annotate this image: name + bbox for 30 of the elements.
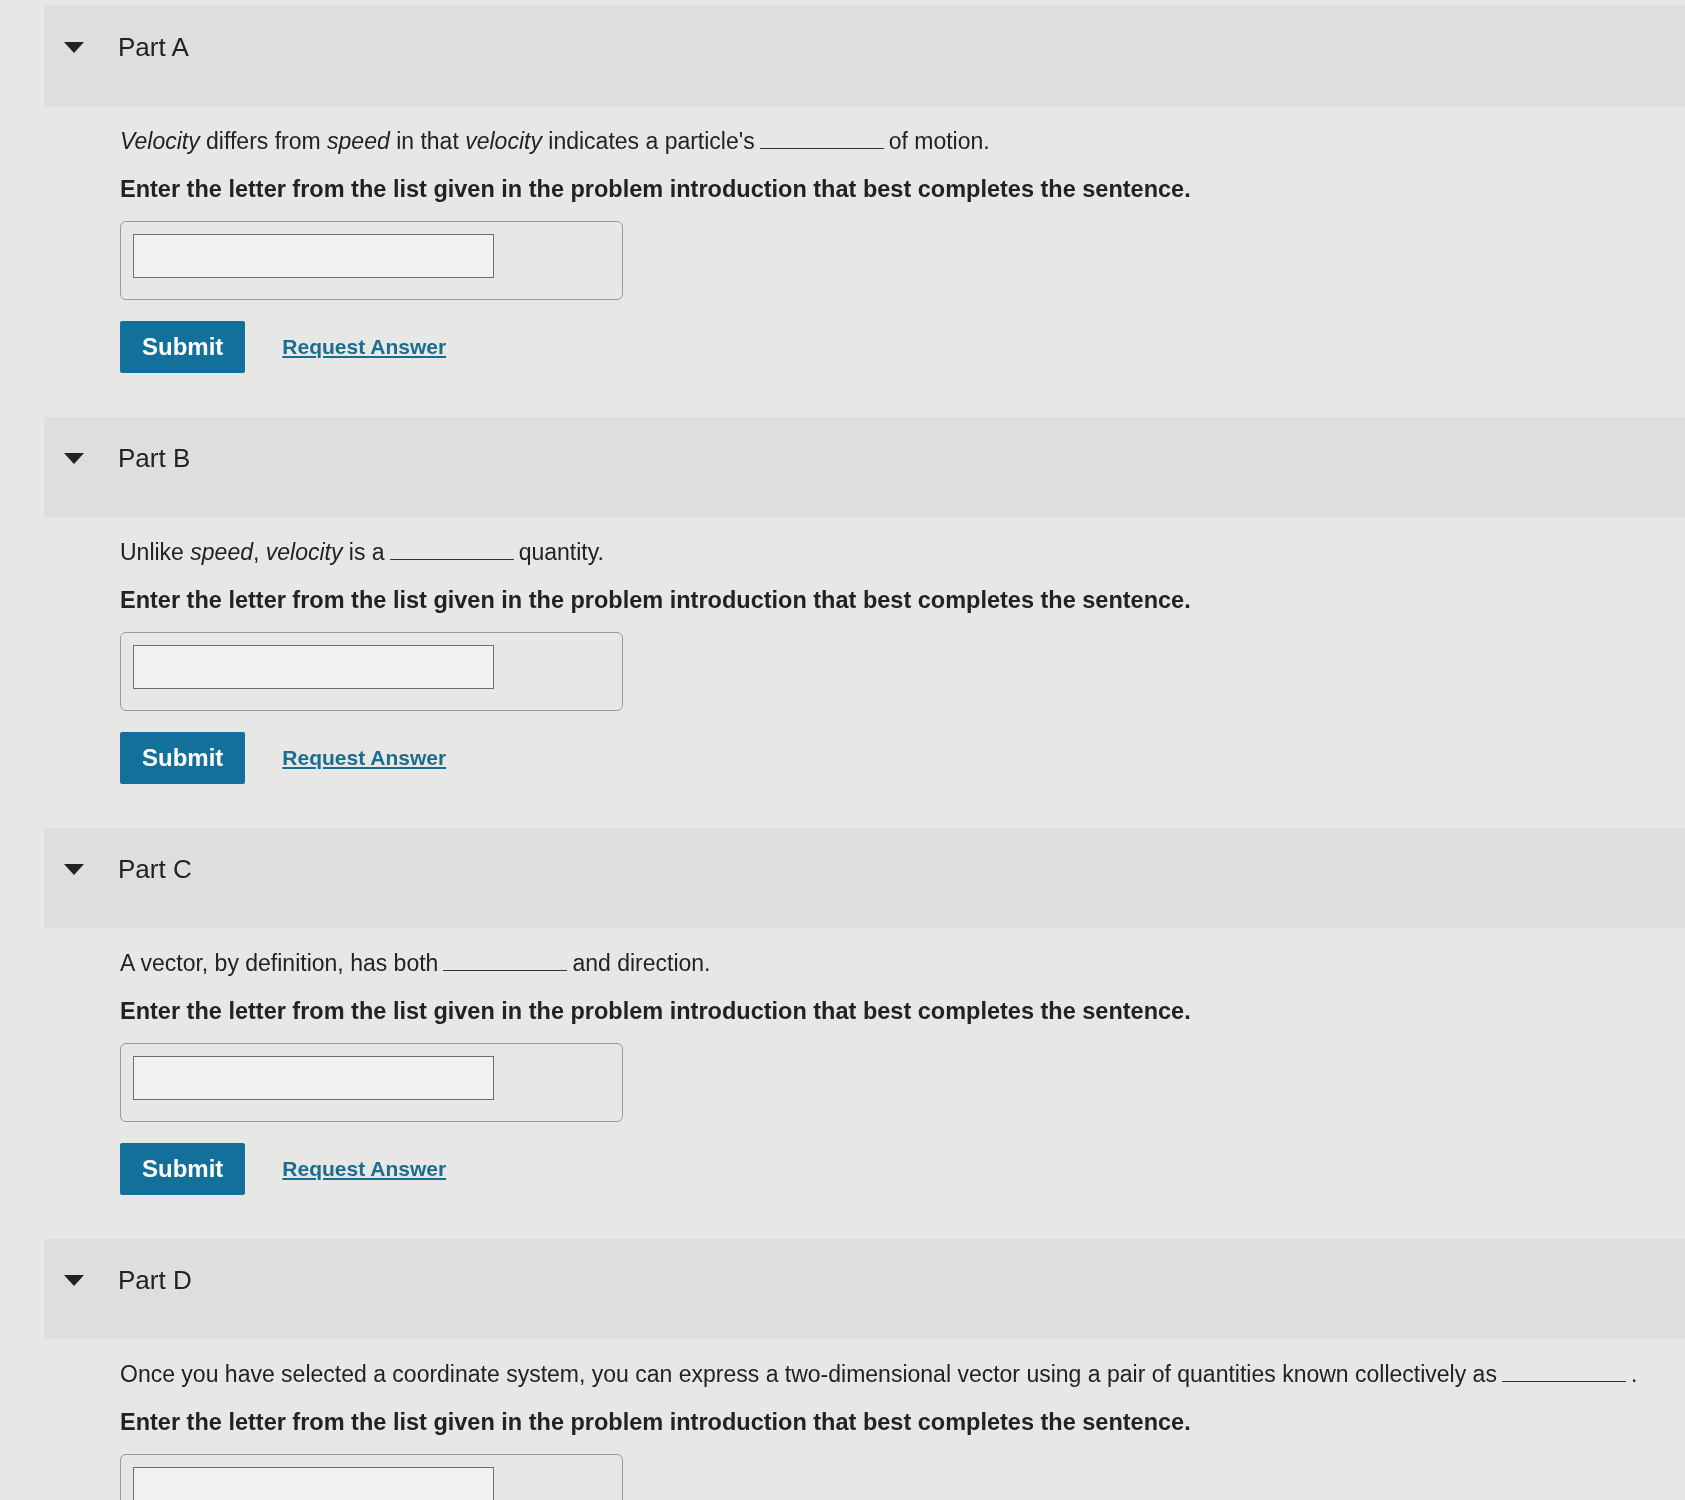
question-text: Velocity differs from speed in that velocity indicates a particle's <box>120 127 755 155</box>
request-answer-link[interactable]: Request Answer <box>282 746 447 770</box>
part-title: Part D <box>118 1265 192 1295</box>
instruction-text: Enter the letter from the list given in the problem introduction that best completes the sentence. <box>120 1408 1192 1436</box>
part-header[interactable]: Part A <box>44 6 1685 106</box>
question-text: A vector, by definition, has both <box>120 949 439 977</box>
request-answer-link[interactable]: Request Answer <box>282 335 447 359</box>
part-title: Part B <box>118 443 191 473</box>
request-answer-link[interactable]: Request Answer <box>282 1157 447 1181</box>
part-header[interactable]: Part C <box>44 828 1685 928</box>
part-title: Part A <box>118 32 189 62</box>
part-header[interactable]: Part B <box>44 417 1685 517</box>
answer-field[interactable] <box>133 1467 494 1500</box>
part-title: Part C <box>118 854 192 884</box>
part-header[interactable]: Part D <box>44 1239 1685 1339</box>
submit-button[interactable]: Submit <box>120 321 246 373</box>
question-text: . <box>1630 1360 1638 1388</box>
instruction-text: Enter the letter from the list given in the problem introduction that best completes the sentence. <box>120 175 1192 203</box>
instruction-text: Enter the letter from the list given in the problem introduction that best completes the sentence. <box>120 586 1192 614</box>
question-text: Unlike speed, velocity is a <box>120 538 385 566</box>
answer-field[interactable] <box>133 234 494 278</box>
answer-field[interactable] <box>133 1056 494 1100</box>
question-text: Once you have selected a coordinate system, you can express a two-dimensional vector using a pair of quantities known collectively as <box>120 1360 1497 1388</box>
question-text: quantity. <box>518 538 604 566</box>
question-text: of motion. <box>888 127 990 155</box>
instruction-text: Enter the letter from the list given in the problem introduction that best completes the sentence. <box>120 997 1192 1025</box>
submit-button[interactable]: Submit <box>120 1143 246 1195</box>
answer-field[interactable] <box>133 645 494 689</box>
question-text: and direction. <box>572 949 711 977</box>
submit-button[interactable]: Submit <box>120 732 246 784</box>
